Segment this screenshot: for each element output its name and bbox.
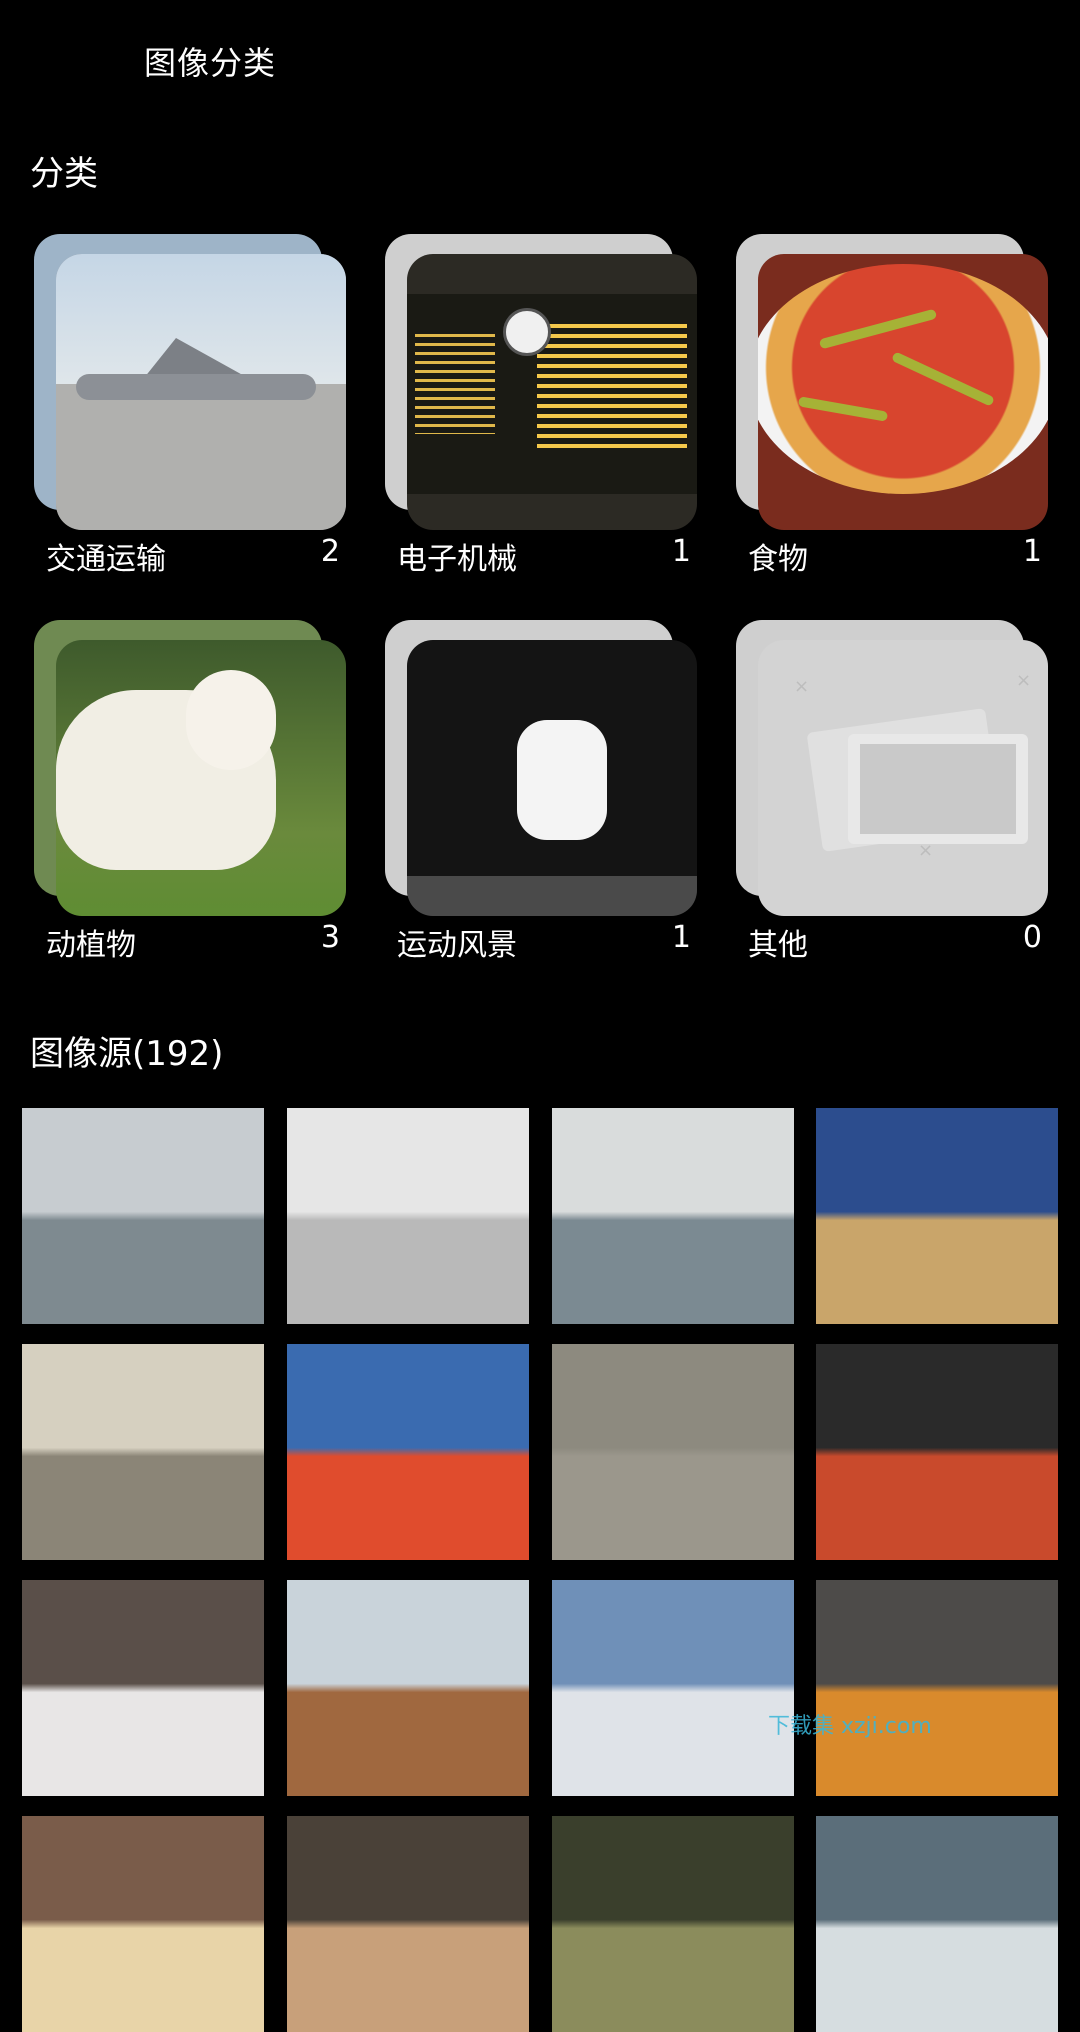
thumbnail-city-bus[interactable]: [552, 1580, 794, 1796]
category-label: 电子机械: [397, 542, 517, 577]
category-count: 2: [320, 534, 340, 569]
thumbnail-jet-ski-on-water[interactable]: [552, 1344, 794, 1560]
category-card-other[interactable]: × × × 其他 0: [736, 620, 1048, 963]
thumbnail-surfer-wave[interactable]: [816, 1816, 1058, 2032]
category-card-transport[interactable]: 交通运输 2: [34, 234, 346, 577]
category-count: 1: [671, 534, 691, 569]
category-count: 0: [1022, 920, 1042, 955]
category-cover-image: [407, 254, 697, 530]
thumbnail-surfer-on-shore[interactable]: [552, 1108, 794, 1324]
image-source-heading: 图像源(192): [30, 1034, 224, 1074]
category-card-electronics[interactable]: 电子机械 1: [385, 234, 697, 577]
thumbnail-aircraft-interior[interactable]: [287, 1108, 529, 1324]
placeholder-image-icon: × × ×: [758, 640, 1048, 916]
thumbnail-hot-dogs[interactable]: [816, 1344, 1058, 1560]
category-label: 交通运输: [46, 542, 166, 577]
category-count: 1: [671, 920, 691, 955]
category-label: 动植物: [46, 928, 136, 963]
category-label: 食物: [748, 542, 808, 577]
thumbnail-bakery-display[interactable]: [287, 1816, 529, 2032]
app-title: 图像分类: [144, 44, 277, 82]
thumbnail-grazing-horses[interactable]: [287, 1580, 529, 1796]
thumbnail-breakfast-plate[interactable]: [22, 1816, 264, 2032]
category-cover-image: [56, 254, 346, 530]
thumbnail-old-computer[interactable]: [22, 1344, 264, 1560]
category-cover-image: [56, 640, 346, 916]
category-card-sports-scenery[interactable]: 运动风景 1: [385, 620, 697, 963]
thumbnail-car-interior[interactable]: [552, 1816, 794, 2032]
thumbnail-baseball-pitcher[interactable]: [816, 1108, 1058, 1324]
category-label: 运动风景: [397, 928, 517, 963]
category-cover-image: [758, 254, 1048, 530]
category-card-food[interactable]: 食物 1: [736, 234, 1048, 577]
category-count: 1: [1022, 534, 1042, 569]
category-cover-image: [407, 640, 697, 916]
category-label: 其他: [748, 928, 808, 963]
thumbnail-orange-bicycle[interactable]: [287, 1344, 529, 1560]
thumbnail-seascape-with-sailboat[interactable]: [22, 1108, 264, 1324]
watermark-logo: 下载集 xzji.com: [768, 1714, 932, 1739]
category-count: 3: [320, 920, 340, 955]
categories-heading: 分类: [30, 154, 98, 194]
category-card-animals-plants[interactable]: 动植物 3: [34, 620, 346, 963]
thumbnail-soup-in-pot[interactable]: [816, 1580, 1058, 1796]
thumbnail-hotel-bed[interactable]: [22, 1580, 264, 1796]
